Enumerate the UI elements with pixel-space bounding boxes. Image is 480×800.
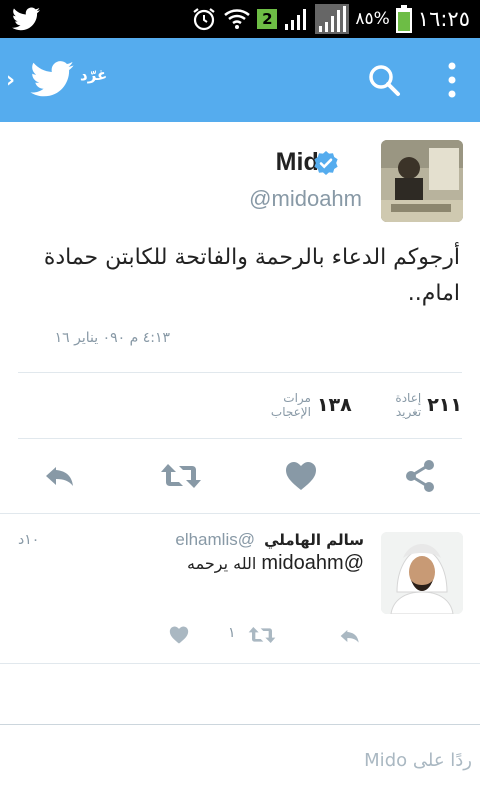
reply-mention-link[interactable]: @midoahm bbox=[261, 552, 364, 574]
reply-text: @midoahm الله يرحمه bbox=[187, 552, 364, 575]
compose-divider bbox=[0, 724, 480, 725]
like-icon[interactable] bbox=[168, 624, 190, 646]
avatar[interactable] bbox=[381, 140, 463, 222]
reply-retweet-count: ١ bbox=[228, 625, 236, 641]
divider bbox=[0, 513, 480, 514]
search-icon[interactable] bbox=[366, 62, 402, 98]
reply-header: سالم الهاملي @elhamlis bbox=[175, 530, 364, 550]
reply-time: ١٠د bbox=[18, 532, 40, 548]
twitter-bird-icon[interactable] bbox=[30, 61, 74, 97]
header-label: غرّد bbox=[80, 66, 108, 84]
battery-percentage: ٨٥% bbox=[355, 9, 390, 29]
back-chevron-icon[interactable]: › bbox=[6, 68, 15, 93]
divider bbox=[18, 372, 462, 373]
divider bbox=[0, 663, 480, 664]
retweets-count[interactable]: ٢١١ bbox=[427, 394, 462, 416]
signal-icon bbox=[285, 9, 307, 30]
tweet-detail-screen: 2 ٨٥% ١٦:٢٥ › غرّد Mido @midoahm أرجوكم … bbox=[0, 0, 480, 800]
reply-icon[interactable] bbox=[338, 624, 362, 648]
likes-label[interactable]: مرات الإعجاب bbox=[244, 391, 311, 419]
tweet-stats: ٢١١ إعادة تغريد ١٣٨ مرات الإعجاب bbox=[226, 391, 462, 419]
tweet-actions bbox=[0, 450, 480, 502]
tweet-text: أرجوكم الدعاء بالرحمة والفاتحة للكابتن ح… bbox=[43, 245, 460, 306]
reply-author-name[interactable]: سالم الهاملي bbox=[264, 531, 364, 549]
verified-badge-icon bbox=[314, 151, 338, 175]
reply-icon[interactable] bbox=[42, 458, 78, 494]
wifi-icon bbox=[224, 9, 251, 29]
tweet-timestamp: ٤:١٣ م ٠٩٠ يناير ١٦ bbox=[54, 330, 170, 346]
signal-icon bbox=[315, 4, 350, 34]
alarm-icon bbox=[193, 8, 216, 31]
avatar-photo bbox=[381, 140, 463, 222]
share-icon[interactable] bbox=[402, 458, 438, 494]
reply-actions: ١ bbox=[0, 620, 480, 650]
status-bar: 2 ٨٥% ١٦:٢٥ bbox=[0, 0, 480, 38]
reply-compose-input[interactable]: ردًا على Mido bbox=[364, 750, 472, 771]
reply-author-handle[interactable]: @elhamlis bbox=[175, 530, 255, 549]
like-icon[interactable] bbox=[283, 458, 319, 494]
retweet-icon[interactable] bbox=[248, 622, 276, 648]
retweet-icon[interactable] bbox=[160, 458, 202, 494]
notification-badge: 2 bbox=[257, 9, 278, 29]
twitter-notification-icon bbox=[12, 7, 40, 31]
retweets-label[interactable]: إعادة تغريد bbox=[370, 391, 421, 419]
author-handle[interactable]: @midoahm bbox=[249, 186, 362, 212]
battery-icon bbox=[395, 5, 412, 33]
reply-avatar-photo bbox=[381, 532, 463, 614]
divider bbox=[18, 438, 462, 439]
overflow-menu-icon[interactable] bbox=[440, 60, 464, 100]
status-clock: ١٦:٢٥ bbox=[417, 7, 470, 31]
app-bar: › غرّد bbox=[0, 38, 480, 122]
reply-avatar[interactable] bbox=[381, 532, 463, 614]
reply-body: الله يرحمه bbox=[187, 554, 257, 573]
likes-count[interactable]: ١٣٨ bbox=[317, 394, 352, 416]
